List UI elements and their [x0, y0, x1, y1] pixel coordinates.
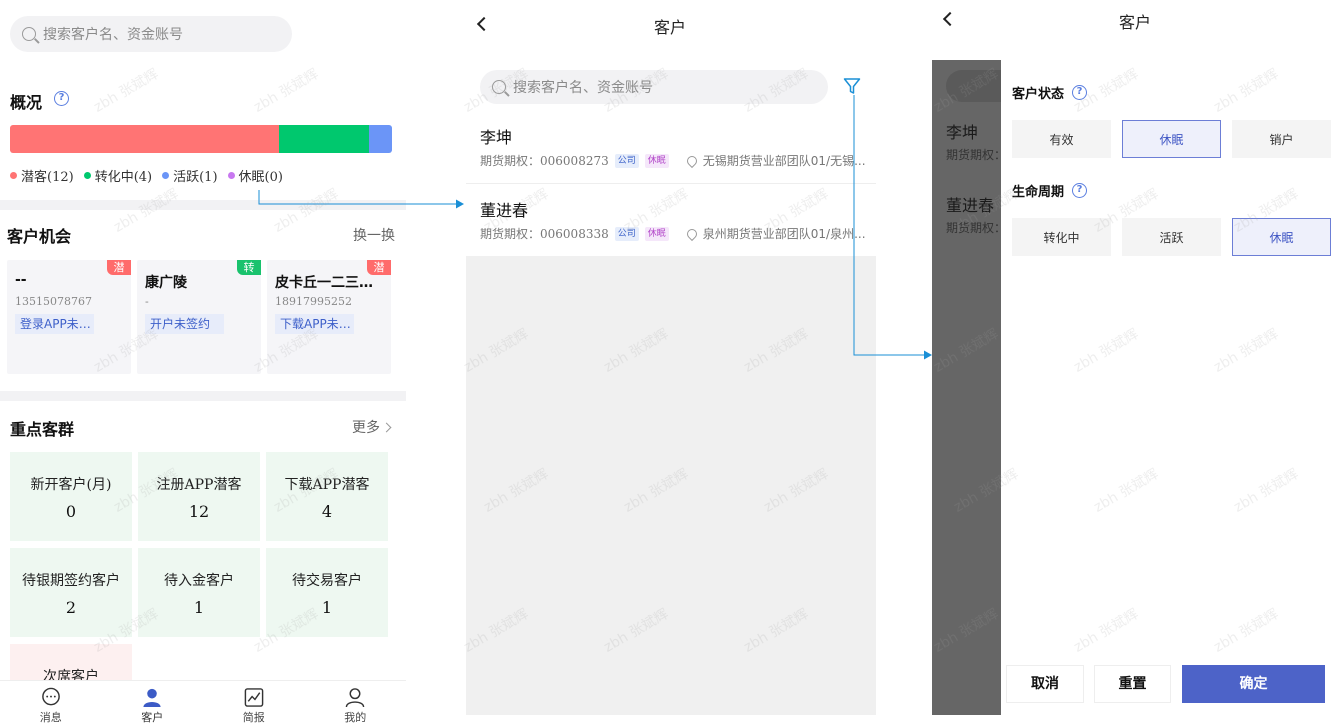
- arrow-line: [853, 95, 924, 356]
- arrow-head: [456, 199, 464, 209]
- arrow-line: [258, 190, 456, 205]
- arrow-head: [924, 350, 932, 360]
- flow-arrows: [258, 95, 932, 360]
